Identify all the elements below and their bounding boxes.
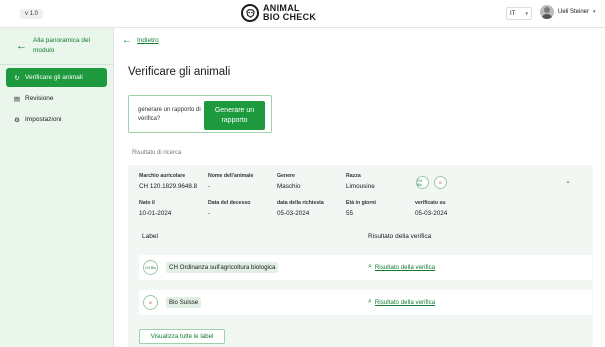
sidebar-divider — [0, 64, 114, 65]
verification-result-link[interactable]: ⌕ Risultato della verifica — [368, 263, 435, 271]
field-age-days: Età in giorni 55 — [346, 200, 376, 217]
generate-report-button[interactable]: Generare un rapporto — [204, 101, 265, 130]
verification-result-link[interactable]: ⌕ Risultato della verifica — [368, 298, 435, 306]
field-value: - — [208, 210, 211, 217]
search-icon: ⌕ — [368, 298, 372, 305]
user-name: Ueli Steiner — [558, 9, 590, 15]
field-animal-name: Nome dell'animale - — [208, 173, 253, 190]
field-value: 05-03-2024 — [277, 210, 310, 217]
chevron-down-icon: ▾ — [593, 9, 596, 15]
user-menu[interactable]: Ueli Steiner ▾ — [540, 5, 596, 19]
label-chip: Bio Suisse — [166, 297, 202, 308]
ch-bio-label-icon: CH Bio — [143, 260, 158, 275]
field-key: Nato il — [139, 200, 155, 206]
generate-report-prompt: generare un rapporto di verifica? — [138, 107, 201, 122]
verification-result-link-label: Risultato della verifica — [374, 263, 436, 271]
arrow-left-icon: ← — [122, 35, 132, 46]
back-to-module-overview-link[interactable]: ← Alla panoramica del modulo — [16, 36, 99, 56]
bio-suisse-label-icon: B — [434, 176, 447, 189]
search-results-label: Risultato di ricerca — [132, 150, 182, 156]
sidebar: ← Alla panoramica del modulo ↻ Verificar… — [0, 28, 114, 347]
logo-text: ANIMAL BIO CHECK — [263, 4, 316, 22]
search-icon: ⌕ — [368, 263, 372, 270]
field-key: verificato su — [415, 200, 446, 206]
field-key: Età in giorni — [346, 200, 376, 206]
language-select[interactable]: IT ▾ — [506, 7, 532, 20]
field-ear-tag: Marchio auricolare CH 120.1829.9648.8 — [139, 173, 197, 190]
sidebar-item-label: Impostazioni — [25, 116, 62, 123]
avatar — [540, 5, 554, 19]
column-header-result: Risultato della verifica — [368, 233, 432, 240]
field-gender: Genere Maschio — [277, 173, 300, 190]
field-key: Data del decesso — [208, 200, 251, 206]
sidebar-item-verify-animals[interactable]: ↻ Verificare gli animali — [6, 68, 107, 87]
page-title: Verificare gli animali — [128, 66, 231, 78]
field-value: 05-03-2024 — [415, 210, 448, 217]
app-logo[interactable]: ANIMAL BIO CHECK — [241, 4, 316, 22]
field-key: Genere — [277, 173, 295, 179]
field-verified-on: verificato su 05-03-2024 — [415, 200, 447, 217]
logo-cow-icon — [241, 4, 259, 22]
sidebar-item-settings[interactable]: ⚙ Impostazioni — [6, 110, 107, 129]
field-request-date: data della richiesta 05-03-2024 — [277, 200, 324, 217]
sidebar-item-review[interactable]: ▤ Revisione — [6, 89, 107, 108]
language-value: IT — [510, 11, 516, 17]
field-breed: Razza Limousine — [346, 173, 375, 190]
refresh-icon: ↻ — [14, 74, 20, 82]
bio-suisse-label-icon: B — [143, 295, 158, 310]
sidebar-item-label: Revisione — [25, 95, 54, 102]
chevron-down-icon[interactable]: ⌄ — [565, 177, 571, 185]
field-value: 10-01-2024 — [139, 210, 172, 217]
arrow-left-icon: ← — [16, 40, 27, 52]
list-icon: ▤ — [13, 95, 21, 103]
field-value: 55 — [346, 210, 354, 217]
field-value: - — [208, 183, 211, 190]
field-value: Maschio — [277, 183, 301, 190]
label-chip: CH Ordinanza sull'agricoltura biologica — [166, 262, 279, 273]
generate-report-box: generare un rapporto di verifica? Genera… — [128, 95, 272, 133]
field-value: CH 120.1829.9648.8 — [139, 183, 198, 190]
field-key: data della richiesta — [277, 200, 324, 206]
ch-bio-label-icon: CH Bio — [416, 176, 429, 189]
field-key: Marchio auricolare — [139, 173, 186, 179]
verification-result-link-label: Risultato della verifica — [374, 298, 436, 306]
show-all-labels-button[interactable]: Visualizza tutte le label — [139, 329, 225, 344]
field-birth-date: Nato il 10-01-2024 — [139, 200, 171, 217]
back-link[interactable]: ← Indietro — [122, 35, 159, 46]
logo-line2: BIO CHECK — [263, 12, 317, 22]
back-to-module-label: Alla panoramica del modulo — [33, 37, 91, 54]
version-badge: v 1.0 — [20, 9, 44, 19]
field-death-date: Data del decesso - — [208, 200, 250, 217]
table-row: CH Bio CH Ordinanza sull'agricoltura bio… — [139, 255, 592, 280]
back-link-label: Indietro — [137, 37, 159, 44]
table-row: B Bio Suisse ⌕ Risultato della verifica — [139, 290, 592, 315]
top-bar: v 1.0 ANIMAL BIO CHECK IT ▾ Ueli Steiner… — [0, 0, 605, 28]
field-value: Limousine — [346, 183, 375, 190]
gear-icon: ⚙ — [14, 116, 20, 124]
field-key: Nome dell'animale — [208, 173, 254, 179]
field-key: Razza — [346, 173, 361, 179]
sidebar-item-label: Verificare gli animali — [25, 74, 83, 81]
column-header-label: Label — [142, 233, 158, 240]
chevron-down-icon: ▾ — [525, 11, 528, 17]
